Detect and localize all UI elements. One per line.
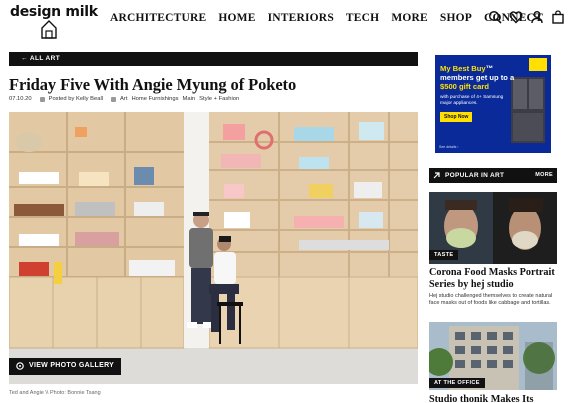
article-date: 07.10.20	[9, 96, 32, 102]
user-icon[interactable]	[530, 10, 544, 24]
logo-text: design milk	[10, 4, 98, 20]
article-author[interactable]: Posted by Kelly Beall	[49, 96, 103, 102]
logo-house-icon	[41, 20, 57, 39]
heart-icon[interactable]	[509, 10, 523, 24]
popular-in-art-header: POPULAR IN ART MORE	[429, 168, 557, 183]
gallery-icon	[16, 362, 24, 370]
hero-photo[interactable]	[9, 112, 418, 384]
view-photo-gallery-button[interactable]: VIEW PHOTO GALLERY	[9, 358, 122, 375]
nav-interiors[interactable]: INTERIORS	[268, 12, 334, 24]
site-header: design milk ARCHITECTURE HOME INTERIORS …	[0, 0, 569, 44]
post-tag: AT THE OFFICE	[429, 378, 485, 388]
popular-more-link[interactable]: MORE	[535, 172, 553, 178]
popular-label: POPULAR IN ART	[445, 172, 505, 179]
photo-caption: Ted and Angie \\ Photo: Bonnie Tsang	[9, 390, 101, 396]
tag-home-furnishings[interactable]: Home Furnishings	[131, 96, 178, 102]
post-tag-label: AT THE OFFICE	[434, 380, 480, 386]
post-excerpt: Hej studio challenged themselves to crea…	[429, 293, 553, 306]
tag-art[interactable]: Art	[120, 96, 127, 102]
nav-shop[interactable]: SHOP	[440, 12, 472, 24]
logo[interactable]: design milk	[10, 4, 98, 39]
ad-cta-button[interactable]: Shop Now	[440, 112, 473, 122]
ad-amount: $500 gift card	[440, 82, 489, 91]
post-title[interactable]: Corona Food Masks Portrait Series by hej…	[429, 267, 559, 291]
main-nav: ARCHITECTURE HOME INTERIORS TECH MORE SH…	[110, 12, 543, 24]
hero-photo-illustration	[9, 112, 418, 384]
ad-brand: My Best Buy	[440, 64, 486, 73]
arrow-icon	[433, 172, 440, 179]
tag-style-fashion[interactable]: Style + Fashion	[199, 96, 239, 102]
sidebar-ad[interactable]: My Best Buy™ members get up to a $500 gi…	[435, 55, 551, 153]
article-meta: 07.10.20 Posted by Kelly Beall Art Home …	[9, 96, 239, 102]
all-art-link[interactable]: ← ALL ART	[9, 52, 418, 66]
post-tag-label: TASTE	[434, 252, 454, 258]
nav-home[interactable]: HOME	[218, 12, 255, 24]
nav-architecture[interactable]: ARCHITECTURE	[110, 12, 206, 24]
tag-icon	[111, 96, 117, 102]
author-icon	[39, 96, 45, 102]
post-thumbnail[interactable]: TASTE	[429, 192, 557, 264]
post-title[interactable]: Studio thonik Makes Its	[429, 394, 559, 403]
post-tag: TASTE	[429, 250, 459, 260]
header-icons	[488, 10, 565, 24]
nav-tech[interactable]: TECH	[346, 12, 379, 24]
nav-more[interactable]: MORE	[391, 12, 428, 24]
gallery-button-label: VIEW PHOTO GALLERY	[29, 362, 115, 369]
search-icon[interactable]	[488, 10, 502, 24]
tag-main[interactable]: Main	[183, 96, 196, 102]
ad-subtext: with purchase of 4+ Samsung major applia…	[440, 95, 504, 106]
bag-icon[interactable]	[551, 10, 565, 24]
post-thumbnail[interactable]: AT THE OFFICE	[429, 322, 557, 390]
ad-fine-print: See details ›	[439, 145, 459, 149]
article-title: Friday Five With Angie Myung of Poketo	[9, 75, 297, 94]
